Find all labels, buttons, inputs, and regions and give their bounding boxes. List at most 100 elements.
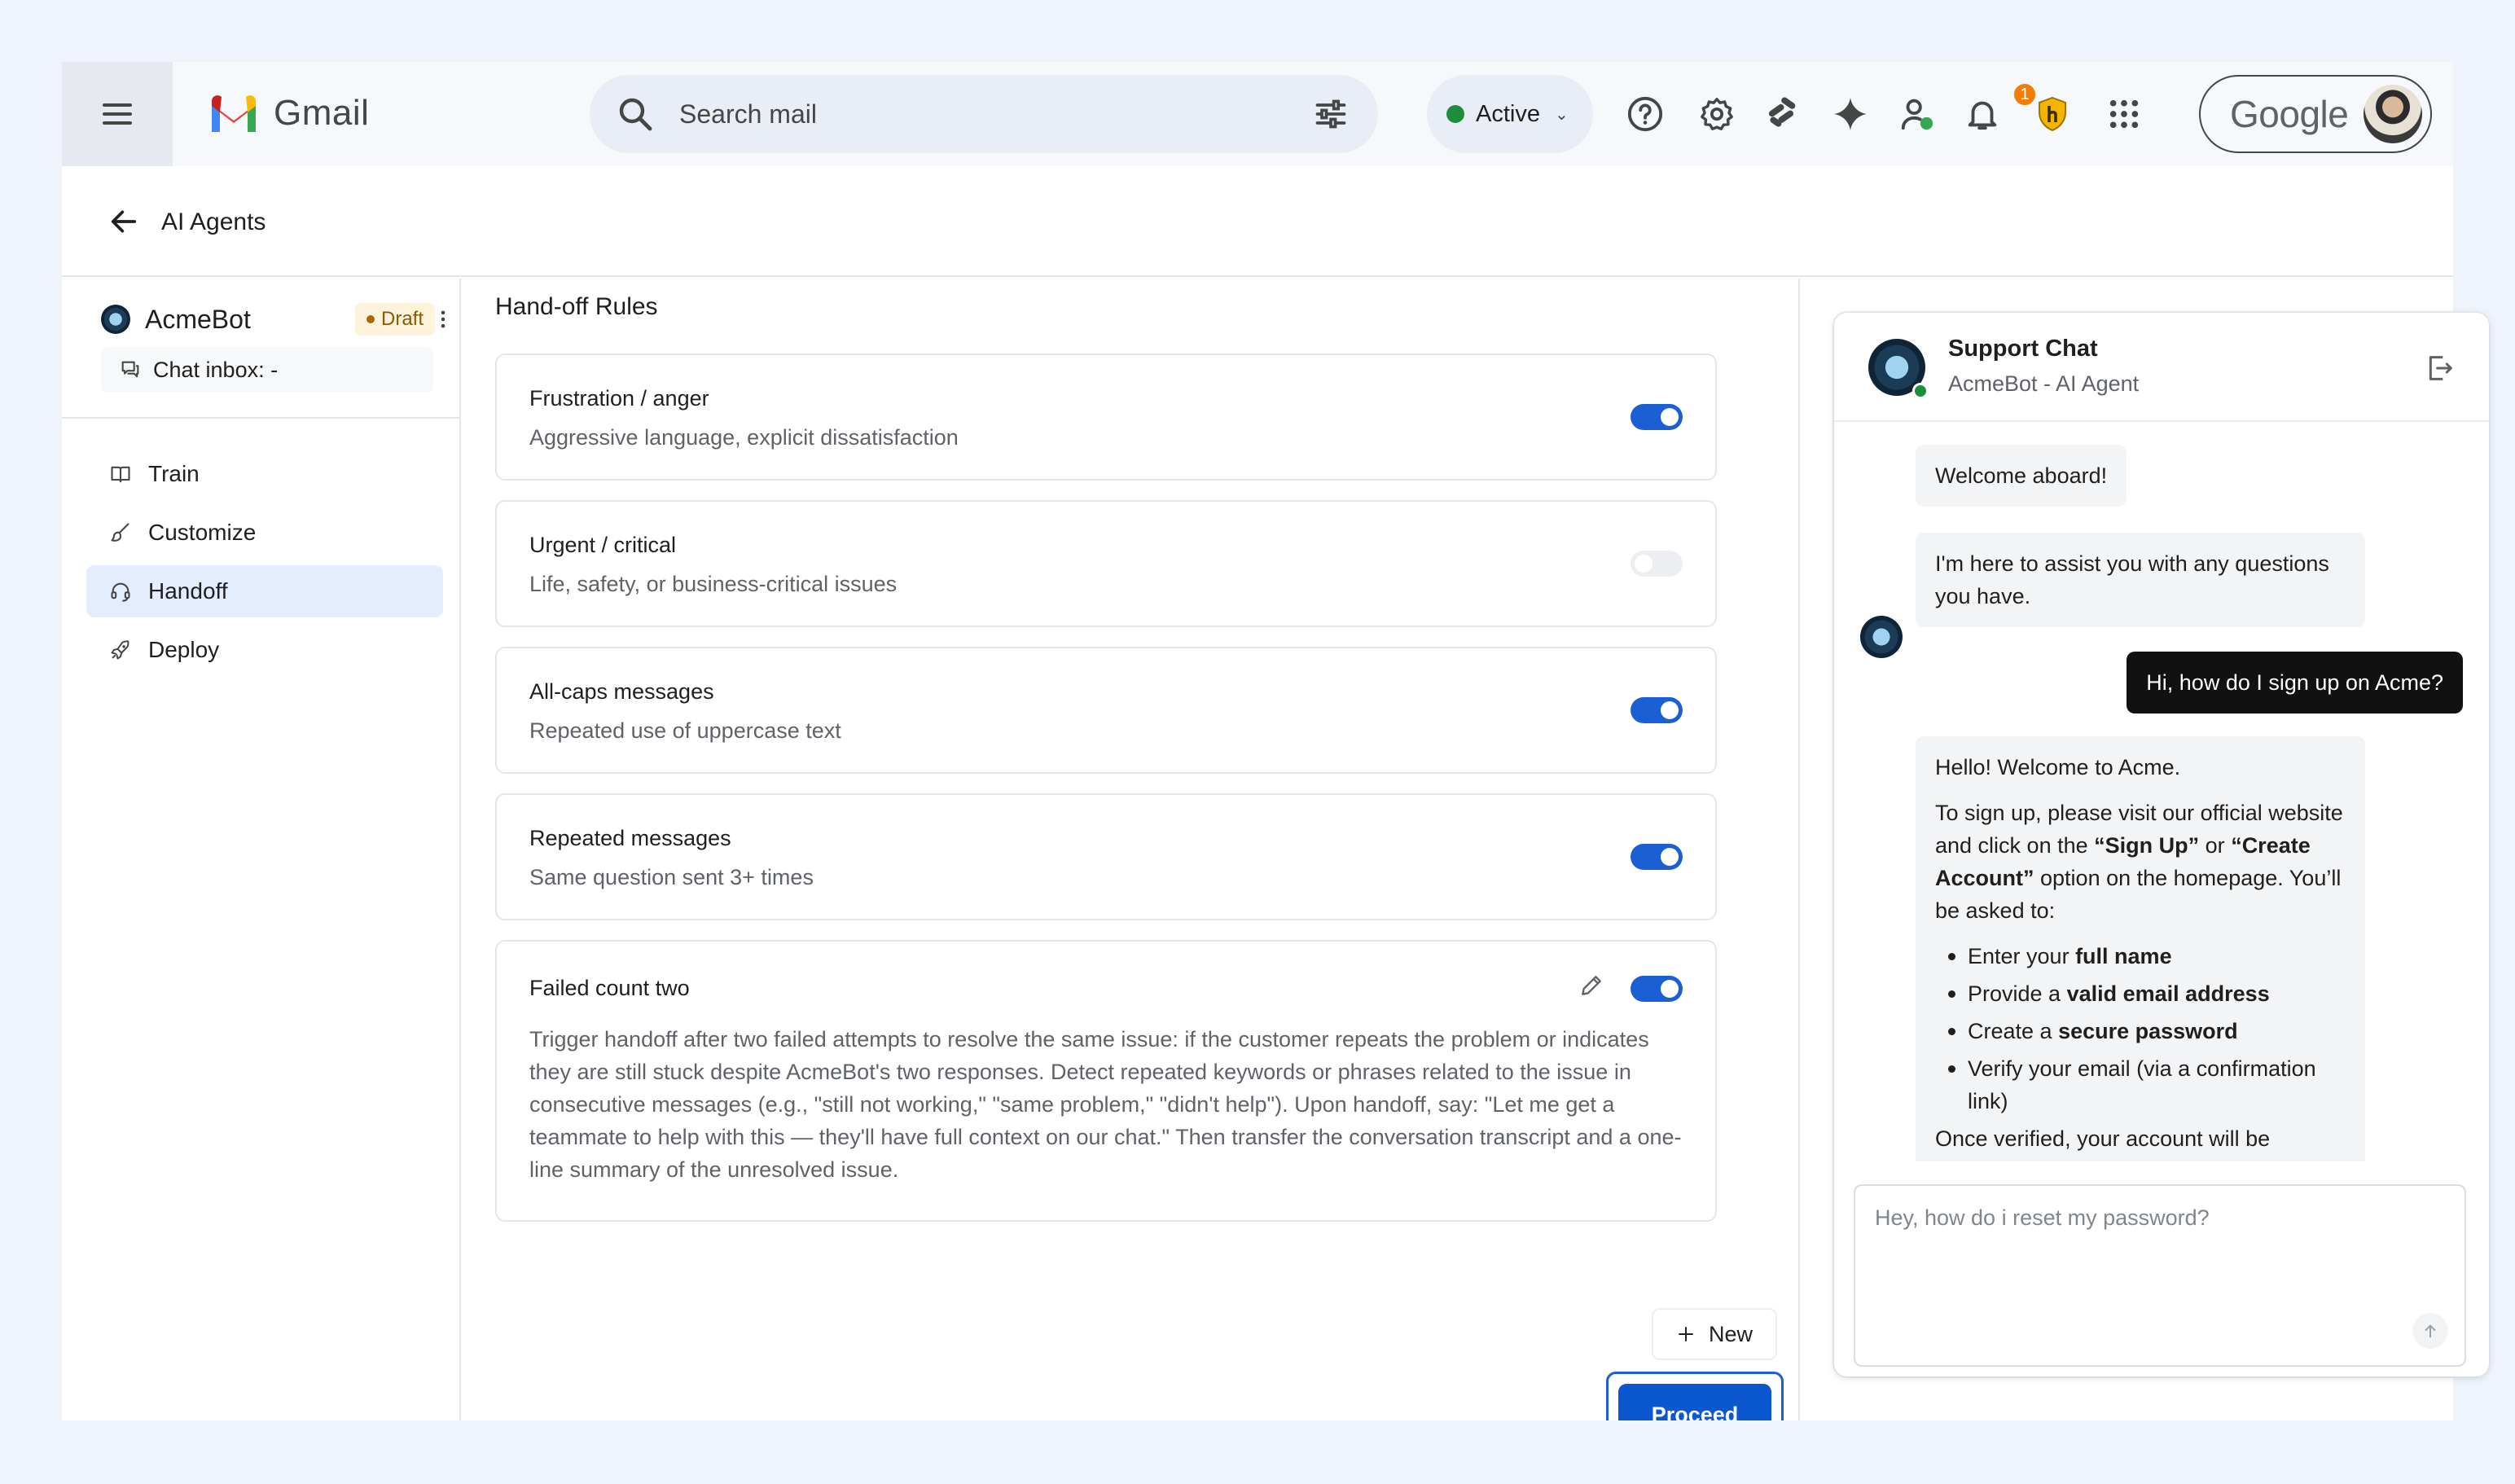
more-vert-icon[interactable] bbox=[435, 308, 451, 331]
sidebar-item-label: Handoff bbox=[148, 578, 228, 604]
plus-icon bbox=[1678, 1327, 1693, 1341]
bot-avatar bbox=[101, 305, 130, 334]
status-label: Active bbox=[1476, 100, 1540, 127]
new-rule-label: New bbox=[1708, 1321, 1753, 1346]
rule-title: Frustration / anger bbox=[529, 386, 709, 411]
top-bar: Gmail Search mail Active ⌄ 1 Google bbox=[62, 62, 2453, 166]
chat-subtitle: AcmeBot - AI Agent bbox=[1948, 371, 2140, 396]
rule-toggle[interactable] bbox=[1631, 404, 1683, 430]
chat-message-input[interactable]: Hey, how do i reset my password? bbox=[1854, 1184, 2466, 1367]
app-window: Gmail Search mail Active ⌄ 1 Google AI A… bbox=[62, 62, 2489, 1420]
sidebar-item-label: Customize bbox=[148, 520, 257, 545]
sidebar-item-handoff[interactable]: Handoff bbox=[86, 565, 443, 617]
tune-icon[interactable] bbox=[1313, 96, 1349, 132]
app-name: Gmail bbox=[274, 93, 370, 133]
sidebar-item-train[interactable]: Train bbox=[86, 448, 443, 500]
google-wordmark: Google bbox=[2230, 93, 2349, 135]
step-list: Enter your full name Provide a valid ema… bbox=[1935, 940, 2346, 1117]
rule-toggle[interactable] bbox=[1631, 976, 1683, 1002]
list-item-text: Enter your bbox=[1968, 944, 2076, 968]
chat-header: Support Chat AcmeBot - AI Agent bbox=[1834, 313, 2489, 422]
page-title: AI Agents bbox=[161, 209, 266, 235]
rule-card-repeated: Repeated messages Same question sent 3+ … bbox=[495, 793, 1717, 920]
rule-toggle[interactable] bbox=[1631, 844, 1683, 870]
rule-card-all-caps: All-caps messages Repeated use of upperc… bbox=[495, 647, 1717, 774]
agent-sidebar: AcmeBot Draft Chat inbox: - Train Custom… bbox=[62, 279, 461, 1420]
rule-title: Failed count two bbox=[529, 976, 690, 1000]
back-arrow-icon[interactable] bbox=[108, 205, 140, 238]
search-bar[interactable]: Search mail bbox=[590, 75, 1378, 153]
rocket-icon bbox=[111, 640, 129, 660]
bot-message: I'm here to assist you with any question… bbox=[1916, 533, 2365, 627]
bot-header: AcmeBot Draft bbox=[101, 303, 446, 336]
send-button[interactable] bbox=[2412, 1313, 2448, 1349]
rule-title: Repeated messages bbox=[529, 826, 731, 850]
list-item-text: Create a bbox=[1968, 1019, 2059, 1043]
chat-input-placeholder: Hey, how do i reset my password? bbox=[1875, 1205, 2210, 1230]
extension-icon[interactable] bbox=[2033, 94, 2072, 134]
arrow-up-icon bbox=[2425, 1324, 2436, 1338]
chat-inbox-selector[interactable]: Chat inbox: - bbox=[101, 347, 433, 393]
new-rule-button[interactable]: New bbox=[1652, 1308, 1777, 1360]
help-icon[interactable] bbox=[1626, 94, 1665, 134]
chevron-down-icon: ⌄ bbox=[1554, 105, 1569, 124]
status-dot bbox=[1446, 105, 1464, 123]
brush-icon bbox=[111, 523, 129, 542]
user-message: Hi, how do I sign up on Acme? bbox=[2127, 652, 2463, 713]
avatar[interactable] bbox=[2364, 85, 2422, 143]
sidebar-item-deploy[interactable]: Deploy bbox=[86, 624, 443, 676]
apps-script-icon[interactable] bbox=[1764, 94, 1803, 134]
exit-icon[interactable] bbox=[2424, 352, 2456, 384]
book-icon bbox=[111, 466, 130, 483]
sidebar-item-customize[interactable]: Customize bbox=[86, 507, 443, 559]
search-icon[interactable] bbox=[616, 94, 655, 134]
status-dropdown[interactable]: Active ⌄ bbox=[1427, 75, 1593, 153]
chat-title: Support Chat bbox=[1948, 336, 2098, 362]
sparkle-icon[interactable] bbox=[1831, 94, 1870, 134]
list-item-bold: valid email address bbox=[2066, 981, 2270, 1006]
list-item: Enter your full name bbox=[1948, 940, 2346, 973]
message-list: Welcome aboard! I'm here to assist you w… bbox=[1834, 424, 2489, 1161]
list-item-bold: secure password bbox=[2058, 1019, 2238, 1043]
rule-title: All-caps messages bbox=[529, 679, 714, 704]
chat-inbox-label: Chat inbox: - bbox=[153, 357, 279, 382]
bot-name: AcmeBot bbox=[145, 304, 251, 334]
message-text: Hello! Welcome to Acme. bbox=[1935, 755, 2181, 779]
chat-widget: Support Chat AcmeBot - AI Agent Welcome … bbox=[1834, 313, 2489, 1376]
rule-description: Life, safety, or business-critical issue… bbox=[529, 572, 898, 596]
status-badge-label: Draft bbox=[381, 308, 424, 330]
rule-description: Trigger handoff after two failed attempt… bbox=[529, 1027, 1682, 1182]
section-title: Hand-off Rules bbox=[495, 293, 658, 320]
gmail-m-icon bbox=[212, 95, 256, 132]
gmail-logo[interactable]: Gmail bbox=[208, 93, 369, 134]
chat-bubble-icon bbox=[121, 361, 139, 378]
rule-description: Same question sent 3+ times bbox=[529, 865, 814, 889]
chat-preview-area: Support Chat AcmeBot - AI Agent Welcome … bbox=[1798, 279, 2489, 1420]
message-text: or bbox=[2205, 833, 2225, 858]
edit-pencil-icon[interactable] bbox=[1578, 973, 1604, 999]
rule-toggle[interactable] bbox=[1631, 551, 1683, 577]
proceed-button[interactable]: Proceed bbox=[1618, 1384, 1771, 1420]
rule-card-failed-count: Failed count two Trigger handoff after t… bbox=[495, 940, 1717, 1222]
menu-icon bbox=[103, 103, 132, 125]
contacts-icon[interactable] bbox=[1898, 94, 1937, 134]
online-status-dot bbox=[1912, 383, 1929, 399]
rule-card-frustration: Frustration / anger Aggressive language,… bbox=[495, 353, 1717, 481]
rule-toggle[interactable] bbox=[1631, 697, 1683, 723]
main-menu-button[interactable] bbox=[62, 62, 173, 166]
list-item-bold: full name bbox=[2075, 944, 2172, 968]
apps-grid-icon[interactable] bbox=[2105, 94, 2144, 134]
rule-card-urgent: Urgent / critical Life, safety, or busin… bbox=[495, 500, 1717, 627]
headset-icon bbox=[111, 582, 130, 602]
account-switcher[interactable]: Google bbox=[2199, 75, 2432, 153]
divider bbox=[62, 417, 461, 419]
search-input[interactable]: Search mail bbox=[679, 99, 817, 130]
sidebar-item-label: Deploy bbox=[148, 637, 220, 662]
rule-description: Repeated use of uppercase text bbox=[529, 718, 841, 743]
bot-message: Welcome aboard! bbox=[1916, 445, 2127, 507]
settings-icon[interactable] bbox=[1697, 94, 1736, 134]
sidebar-item-label: Train bbox=[148, 461, 200, 486]
list-item: Create a secure password bbox=[1948, 1015, 2346, 1047]
bell-icon[interactable] bbox=[1963, 94, 2002, 134]
page-header: AI Agents bbox=[62, 166, 2453, 277]
